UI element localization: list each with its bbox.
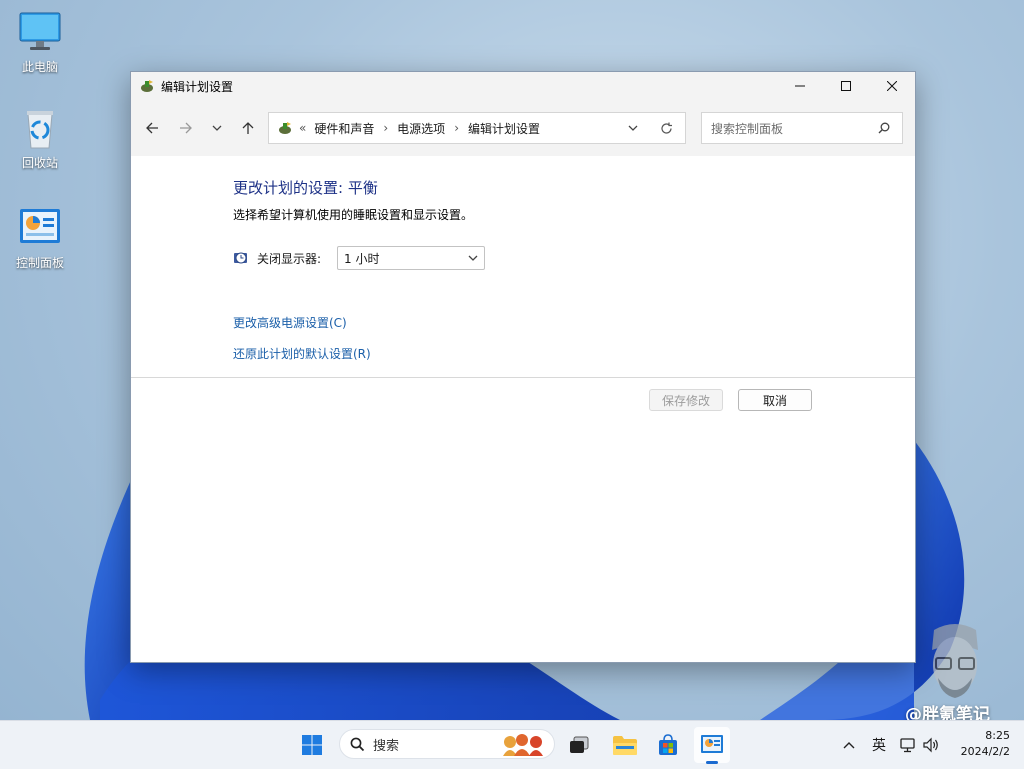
refresh-button[interactable] bbox=[660, 122, 673, 135]
taskbar-search-placeholder: 搜索 bbox=[373, 738, 400, 754]
back-button[interactable] bbox=[135, 111, 169, 145]
display-clock-icon bbox=[233, 250, 249, 266]
close-button[interactable] bbox=[869, 72, 915, 100]
control-panel-icon bbox=[18, 206, 62, 250]
clock-date: 2024/2/2 bbox=[960, 745, 1010, 758]
taskbar-search-box[interactable]: 搜索 bbox=[339, 729, 555, 759]
store-icon bbox=[659, 734, 677, 755]
computer-icon bbox=[18, 10, 62, 54]
chevron-down-icon bbox=[468, 255, 478, 261]
maximize-icon bbox=[841, 81, 851, 91]
breadcrumb-separator[interactable]: › bbox=[454, 121, 459, 135]
system-tray: 英 bbox=[838, 721, 940, 769]
clock[interactable]: 8:25 2024/2/2 bbox=[961, 728, 1010, 760]
volume-icon[interactable] bbox=[922, 737, 940, 753]
breadcrumb-separator[interactable]: › bbox=[383, 121, 388, 135]
start-button[interactable] bbox=[294, 727, 330, 763]
search-placeholder: 搜索控制面板 bbox=[711, 121, 784, 136]
up-button[interactable] bbox=[231, 111, 265, 145]
edit-plan-settings-window: 编辑计划设置 « 硬件和声音 › 电源选项 › 编辑计划设置 搜索控制面板 更改… bbox=[130, 71, 916, 663]
display-off-label: 关闭显示器: bbox=[257, 251, 322, 266]
show-hidden-icons-button[interactable] bbox=[838, 741, 860, 749]
minimize-button[interactable] bbox=[777, 72, 823, 100]
address-bar[interactable]: « 硬件和声音 › 电源选项 › 编辑计划设置 bbox=[268, 112, 686, 144]
display-off-row: 关闭显示器: 1 小时 bbox=[233, 246, 485, 270]
desktop-icon-recycle-bin[interactable]: 回收站 bbox=[8, 106, 72, 171]
maximize-button[interactable] bbox=[823, 72, 869, 100]
forward-button[interactable] bbox=[169, 111, 203, 145]
control-panel-taskbar-button[interactable] bbox=[694, 727, 730, 764]
page-description: 选择希望计算机使用的睡眠设置和显示设置。 bbox=[233, 208, 474, 222]
recycle-bin-icon bbox=[18, 106, 62, 150]
search-icon bbox=[350, 737, 365, 752]
arrow-right-icon bbox=[180, 122, 192, 134]
chevron-up-icon bbox=[843, 742, 855, 749]
taskbar: 搜索 英 8:25 2024/2/2 bbox=[0, 720, 1024, 769]
advanced-power-settings-link[interactable]: 更改高级电源设置(C) bbox=[233, 314, 347, 331]
file-explorer-button[interactable] bbox=[607, 727, 643, 763]
display-off-select[interactable]: 1 小时 bbox=[337, 246, 485, 270]
desktop-icon-this-pc[interactable]: 此电脑 bbox=[8, 10, 72, 75]
divider bbox=[131, 377, 915, 378]
chevron-down-icon bbox=[212, 125, 222, 131]
minimize-icon bbox=[795, 85, 805, 87]
navigation-bar: « 硬件和声音 › 电源选项 › 编辑计划设置 搜索控制面板 bbox=[131, 100, 915, 156]
window-title: 编辑计划设置 bbox=[161, 79, 234, 94]
close-icon bbox=[887, 81, 897, 91]
power-options-icon bbox=[139, 78, 155, 94]
store-button[interactable] bbox=[650, 727, 686, 763]
refresh-icon bbox=[661, 122, 672, 134]
arrow-left-icon bbox=[146, 122, 158, 134]
network-status-icon[interactable] bbox=[900, 737, 916, 753]
desktop-icon-control-panel[interactable]: 控制面板 bbox=[8, 206, 72, 271]
breadcrumb-overflow[interactable]: « bbox=[299, 121, 306, 135]
search-highlight-icon bbox=[500, 732, 550, 756]
cancel-button[interactable]: 取消 bbox=[738, 389, 812, 411]
control-panel-icon bbox=[701, 735, 723, 753]
task-view-button[interactable] bbox=[561, 727, 597, 763]
file-explorer-icon bbox=[613, 736, 637, 755]
task-view-icon bbox=[570, 736, 589, 753]
save-changes-button[interactable]: 保存修改 bbox=[649, 389, 723, 411]
desktop-icon-label: 回收站 bbox=[21, 156, 58, 170]
desktop-icon-label: 控制面板 bbox=[15, 256, 64, 270]
desktop-icon-label: 此电脑 bbox=[21, 60, 58, 74]
start-icon bbox=[302, 735, 322, 755]
power-options-icon bbox=[277, 120, 293, 136]
display-off-value: 1 小时 bbox=[344, 251, 380, 266]
input-method-indicator[interactable]: 英 bbox=[872, 735, 886, 755]
watermark-avatar bbox=[900, 620, 1010, 709]
clock-time: 8:25 bbox=[985, 729, 1010, 742]
search-icon[interactable] bbox=[878, 122, 890, 134]
breadcrumb-edit-plan[interactable]: 编辑计划设置 bbox=[468, 120, 540, 137]
address-history-button[interactable] bbox=[628, 124, 638, 132]
title-bar[interactable]: 编辑计划设置 bbox=[131, 72, 915, 100]
breadcrumb-hardware-sound[interactable]: 硬件和声音 bbox=[314, 120, 374, 137]
arrow-up-icon bbox=[242, 122, 254, 134]
page-heading: 更改计划的设置: 平衡 bbox=[233, 179, 378, 197]
search-control-panel-box[interactable]: 搜索控制面板 bbox=[701, 112, 903, 144]
recent-locations-button[interactable] bbox=[203, 111, 231, 145]
breadcrumb-power-options[interactable]: 电源选项 bbox=[397, 120, 445, 137]
chevron-down-icon bbox=[628, 125, 638, 131]
content-area: 更改计划的设置: 平衡 选择希望计算机使用的睡眠设置和显示设置。 关闭显示器: … bbox=[131, 156, 915, 660]
restore-defaults-link[interactable]: 还原此计划的默认设置(R) bbox=[233, 345, 371, 362]
